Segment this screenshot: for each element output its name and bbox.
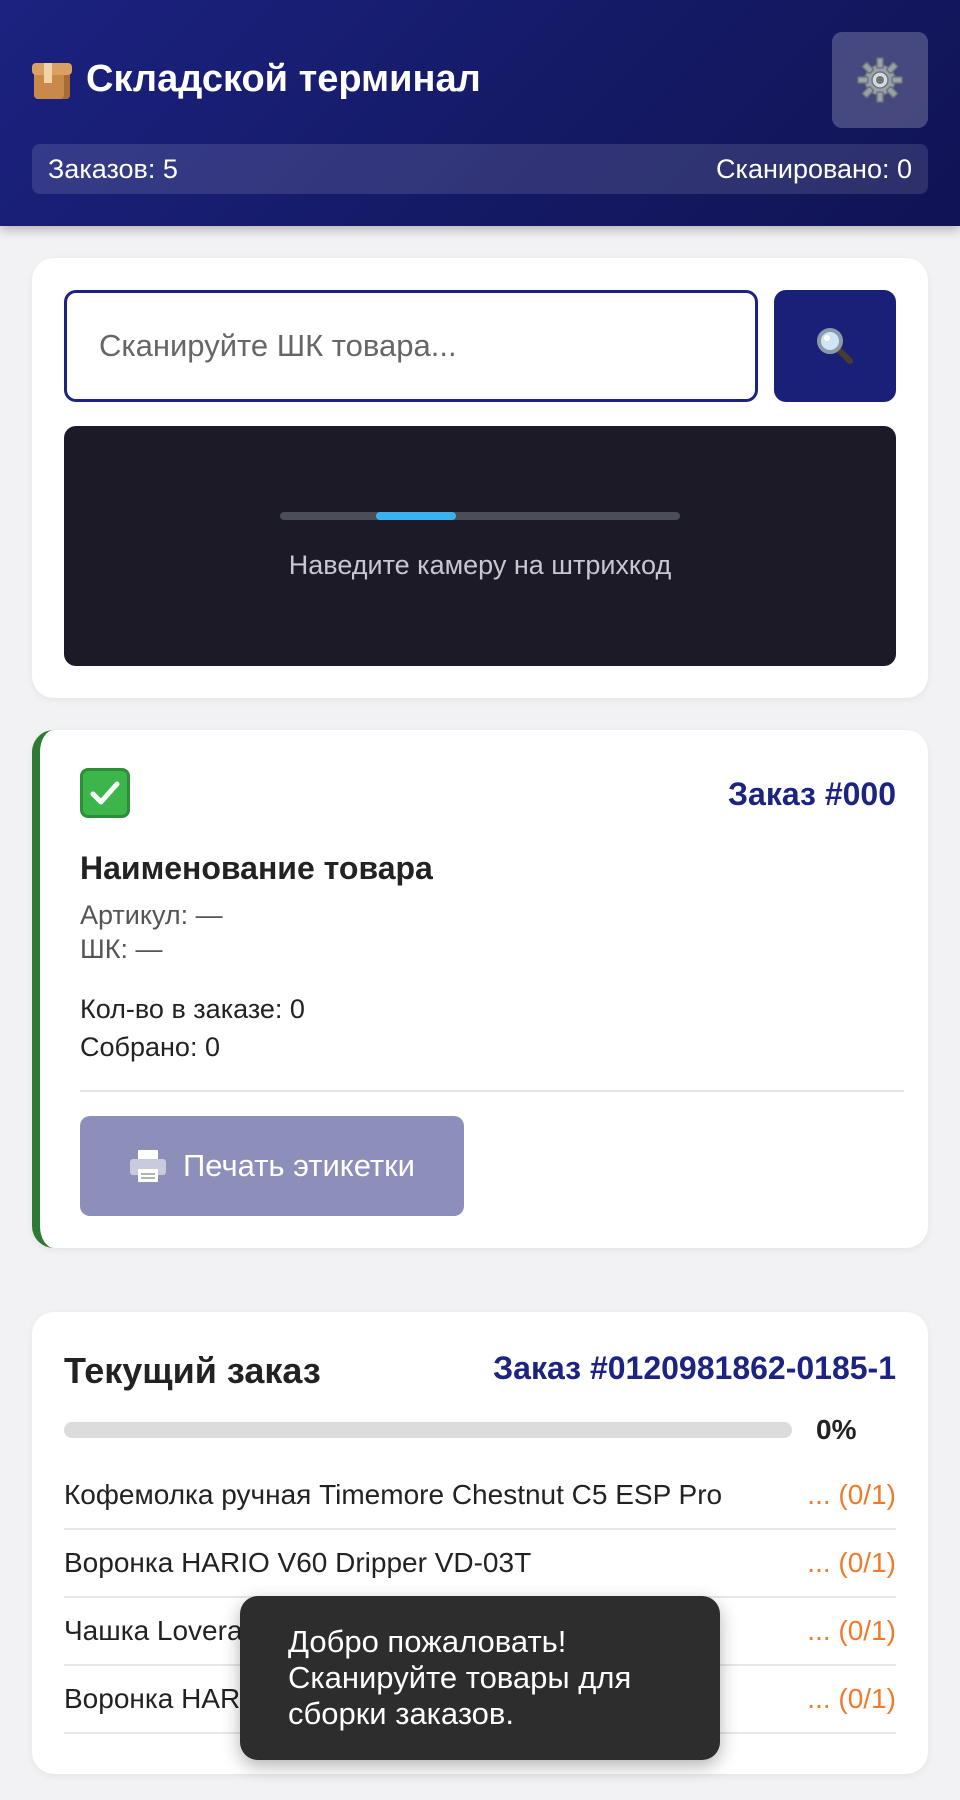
order-item-status: ... (0/1) <box>807 1683 896 1714</box>
welcome-toast: Добро пожаловать! Сканируйте товары для … <box>240 1596 720 1760</box>
product-name: Наименование товара <box>80 850 433 886</box>
stats-bar: Заказов: 5 Сканировано: 0 <box>32 144 928 194</box>
picked-quantity: Собрано: 0 <box>80 1032 220 1062</box>
magnifier-icon <box>817 328 853 364</box>
order-item-status: ... (0/1) <box>807 1479 896 1510</box>
order-item[interactable]: Воронка HARIO V60 Dripper VD-03T ... (0/… <box>64 1530 896 1598</box>
order-item-name: Чашка Lovera <box>64 1615 243 1646</box>
current-order-ref: Заказ #0120981862-0185-1 <box>493 1350 896 1386</box>
order-item-name: Воронка HAR <box>64 1683 241 1714</box>
app-header: Складской терминал Заказов: 5 Сканирован… <box>0 0 960 226</box>
product-card: Заказ #000 Наименование товара Артикул: … <box>32 730 928 1248</box>
orders-count: Заказов: 5 <box>48 153 178 184</box>
ordered-quantity: Кол-во в заказе: 0 <box>80 994 305 1024</box>
scanner-card: Наведите камеру на штрихкод <box>32 258 928 698</box>
product-order-number: Заказ #000 <box>727 776 896 812</box>
order-item-name: Кофемолка ручная Timemore Chestnut C5 ES… <box>64 1479 723 1510</box>
order-item-name: Воронка HARIO V60 Dripper VD-03T <box>64 1547 532 1578</box>
barcode-input[interactable] <box>64 290 758 402</box>
scan-line <box>280 512 680 520</box>
order-item-status: ... (0/1) <box>807 1615 896 1646</box>
camera-viewfinder[interactable]: Наведите камеру на штрихкод <box>64 426 896 666</box>
camera-hint: Наведите камеру на штрихкод <box>288 550 672 580</box>
product-article: Артикул: — <box>80 900 223 930</box>
order-item-status: ... (0/1) <box>807 1547 896 1578</box>
print-label-button[interactable]: Печать этикетки <box>80 1116 464 1216</box>
divider <box>80 1090 904 1092</box>
search-button[interactable] <box>774 290 896 402</box>
app-title: Складской терминал <box>32 58 481 101</box>
gear-icon <box>857 57 903 103</box>
current-order-title: Текущий заказ <box>64 1350 321 1391</box>
product-barcode: ШК: — <box>80 934 163 964</box>
order-progress-bar <box>64 1422 792 1438</box>
printer-icon <box>129 1150 166 1182</box>
settings-button[interactable] <box>832 32 928 128</box>
app-title-text: Складской терминал <box>86 58 481 100</box>
check-mark-icon <box>80 768 130 818</box>
scan-line-indicator <box>376 512 456 520</box>
order-item[interactable]: Кофемолка ручная Timemore Chestnut C5 ES… <box>64 1462 896 1530</box>
order-progress-label: 0% <box>816 1414 857 1445</box>
scanned-count: Сканировано: 0 <box>716 153 912 184</box>
package-icon <box>32 61 72 99</box>
print-label-text: Печать этикетки <box>182 1148 415 1183</box>
